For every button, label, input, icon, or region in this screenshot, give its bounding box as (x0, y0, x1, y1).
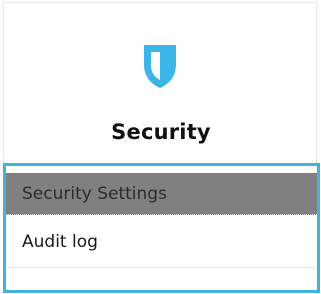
menu-item-audit-log[interactable]: Audit log (6, 216, 317, 268)
menu-item-label: Security Settings (22, 183, 167, 204)
menu-item-security-settings[interactable]: Security Settings (6, 173, 317, 215)
security-menu: Security Settings Audit log (3, 163, 320, 293)
shield-icon (140, 43, 180, 89)
page-title: Security (111, 120, 211, 144)
security-panel-header: Security (3, 2, 317, 165)
menu-item-label: Audit log (22, 231, 98, 252)
